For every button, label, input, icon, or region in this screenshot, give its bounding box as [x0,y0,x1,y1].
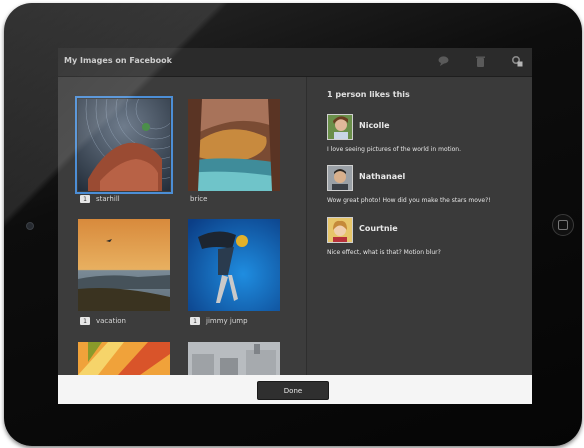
image-thumb-vacation[interactable] [78,219,170,311]
street-image [188,342,280,375]
home-button[interactable] [552,214,574,236]
image-label-brice: brice [190,195,208,203]
brice-image [188,99,280,191]
image-label-vacation: vacation [96,317,126,325]
image-thumb-flower[interactable] [78,342,170,375]
caption-vacation: 1 vacation [80,317,126,325]
comments-panel: 1 person likes this Nicolle I love seein… [307,77,532,375]
avatar [327,217,353,243]
avatar [327,114,353,140]
image-thumb-jimmy-jump[interactable] [188,219,280,311]
comment-text: Wow great photo! How did you make the st… [327,197,491,204]
comment-text: I love seeing pictures of the world in m… [327,146,462,153]
app-screen: My Images on Facebook 1 starhill brice 1… [58,48,532,404]
comment-badge-vacation: 1 [80,317,90,325]
trash-icon[interactable] [474,55,486,67]
vacation-image [78,219,170,311]
commenter-name[interactable]: Courtnie [359,224,398,233]
comment-badge-starhill: 1 [80,195,90,203]
comment-item: Courtnie Nice effect, what is that? Moti… [327,217,527,256]
caption-starhill: 1 starhill [80,195,120,203]
image-thumb-street[interactable] [188,342,280,375]
done-button[interactable]: Done [257,381,329,400]
avatar [327,165,353,191]
image-thumb-starhill[interactable] [75,48,227,194]
footer-bar: Done [58,375,532,404]
comment-item: Nathanael Wow great photo! How did you m… [327,165,527,204]
title-bar: My Images on Facebook [58,48,532,77]
jimmy-jump-image [188,219,280,311]
camera-icon [26,222,34,230]
image-thumb-brice[interactable] [188,99,280,191]
comment-item: Nicolle I love seeing pictures of the wo… [327,114,527,153]
comment-badge-jimmy-jump: 1 [190,317,200,325]
likes-count: 1 person likes this [327,90,410,99]
comment-icon[interactable] [437,55,449,67]
commenter-name[interactable]: Nathanael [359,172,405,181]
caption-brice: brice [190,195,207,203]
flower-image [78,342,170,375]
commenter-name[interactable]: Nicolle [359,121,390,130]
starhill-image [78,48,227,191]
caption-jimmy-jump: 1 jimmy jump [190,317,248,325]
image-grid: 1 starhill brice 1 vacation 1 jimmy jump [58,48,307,375]
page-title: My Images on Facebook [64,56,172,65]
image-label-jimmy-jump: jimmy jump [206,317,248,325]
image-label-starhill: starhill [96,195,120,203]
settings-icon[interactable] [511,55,523,67]
tablet-device: My Images on Facebook 1 starhill brice 1… [4,3,582,446]
comment-text: Nice effect, what is that? Motion blur? [327,249,441,256]
